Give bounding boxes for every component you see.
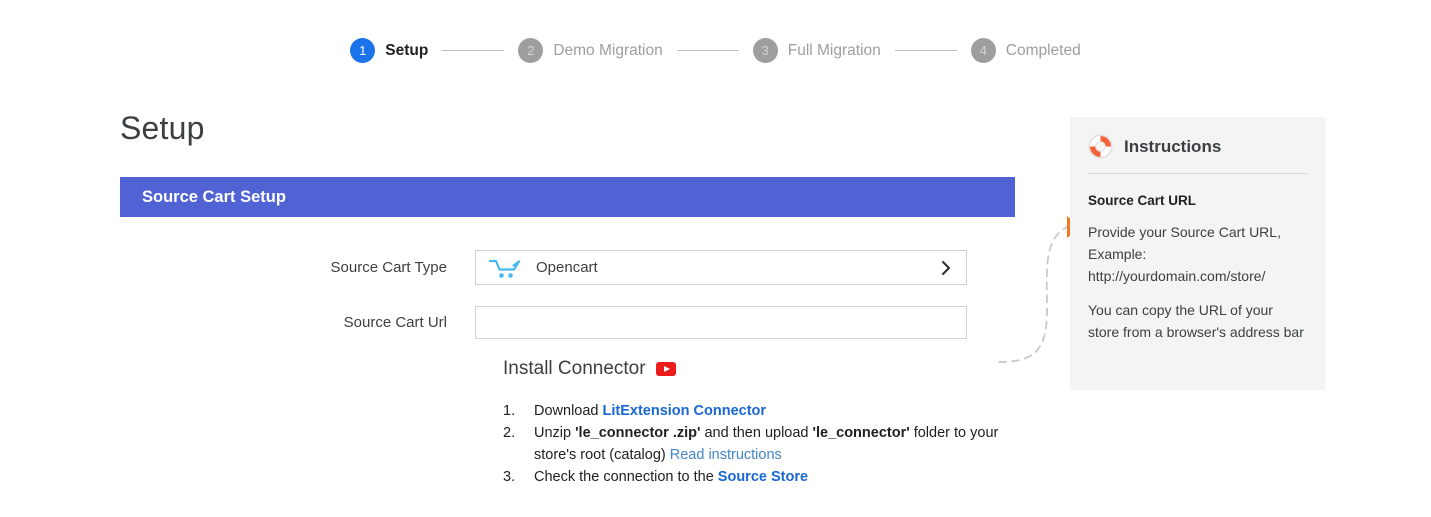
plain-text: Unzip <box>534 425 576 441</box>
step-number-badge: 1 <box>350 38 376 63</box>
instructions-paragraph-2: You can copy the URL of your store from … <box>1088 302 1304 340</box>
setup-page: 1 Setup 2 Demo Migration 3 Full Migration 4 Com… <box>0 0 1431 517</box>
instructions-title: Instructions <box>1124 136 1222 156</box>
connector-step-number: 2. <box>503 425 516 441</box>
source-cart-url-input[interactable] <box>475 306 967 339</box>
source-cart-type-label: Source Cart Type <box>330 259 447 276</box>
install-connector-section: Install Connector 1. Download LitExtensio… <box>503 358 1023 488</box>
connector-link[interactable]: Source Store <box>718 469 808 485</box>
chevron-right-icon <box>942 260 950 275</box>
step-connector-line <box>894 50 957 51</box>
install-connector-title: Install Connector <box>503 358 1023 380</box>
plain-text: and then upload <box>700 425 813 441</box>
step-connector-line <box>442 50 505 51</box>
source-cart-type-select[interactable]: Opencart <box>475 250 967 285</box>
step-label: Demo Migration <box>553 41 663 59</box>
step-connector-line <box>676 50 739 51</box>
instructions-header: Instructions <box>1070 117 1325 159</box>
read-instructions-link[interactable]: Read instructions <box>670 447 782 463</box>
lifebuoy-icon <box>1088 134 1113 159</box>
connector-link[interactable]: LitExtension Connector <box>603 403 767 419</box>
emphasis-text: 'le_connector .zip' <box>575 425 701 441</box>
source-cart-setup-header: Source Cart Setup <box>120 177 1015 217</box>
instructions-divider <box>1088 173 1307 174</box>
connector-steps-list: 1. Download LitExtension Connector 2. Unzip… <box>503 400 1023 488</box>
instructions-subtitle: Source Cart URL <box>1088 193 1197 208</box>
connector-step-text: Unzip 'le_connector .zip' and then uploa… <box>534 422 1023 466</box>
connector-step-text: Check the connection to the Source Store <box>534 466 1023 488</box>
source-cart-url-row: Source Cart Url <box>120 306 1015 339</box>
progress-stepper: 1 Setup 2 Demo Migration 3 Full Migration 4 Com… <box>0 38 1431 63</box>
connector-step-item: 3. Check the connection to the Source Sto… <box>503 466 1023 488</box>
connector-step-item: 2. Unzip 'le_connector .zip' and then upl… <box>503 422 1023 466</box>
shopping-cart-icon <box>488 259 521 278</box>
youtube-icon[interactable] <box>655 362 676 376</box>
plain-text: Check the connection to the <box>534 469 718 485</box>
connector-step-number: 3. <box>503 469 516 485</box>
source-cart-type-value: Opencart <box>536 259 598 276</box>
connector-step-item: 1. Download LitExtension Connector <box>503 400 1023 422</box>
step-label: Completed <box>1005 41 1081 59</box>
page-title: Setup <box>120 110 205 146</box>
install-connector-label: Install Connector <box>503 358 646 379</box>
step-number-badge: 3 <box>752 38 778 63</box>
stepper-item-full-migration[interactable]: 3 Full Migration <box>752 38 881 63</box>
step-label: Full Migration <box>787 41 881 59</box>
source-cart-type-row: Source Cart Type Opencart <box>120 250 1015 285</box>
step-label: Setup <box>385 41 429 59</box>
connector-step-text: Download LitExtension Connector <box>534 400 1023 422</box>
stepper-item-demo-migration[interactable]: 2 Demo Migration <box>518 38 663 63</box>
step-number-badge: 2 <box>518 38 544 63</box>
instructions-panel: Instructions Source Cart URL Provide you… <box>1070 117 1325 390</box>
connector-step-number: 1. <box>503 403 516 419</box>
instructions-paragraph-1: Provide your Source Cart URL, Example: h… <box>1088 224 1281 284</box>
stepper-item-setup[interactable]: 1 Setup <box>350 38 428 63</box>
source-cart-url-label: Source Cart Url <box>343 314 447 331</box>
stepper-item-completed[interactable]: 4 Completed <box>970 38 1081 63</box>
step-number-badge: 4 <box>970 38 996 63</box>
emphasis-text: 'le_connector' <box>812 425 910 441</box>
plain-text: Download <box>534 403 603 419</box>
